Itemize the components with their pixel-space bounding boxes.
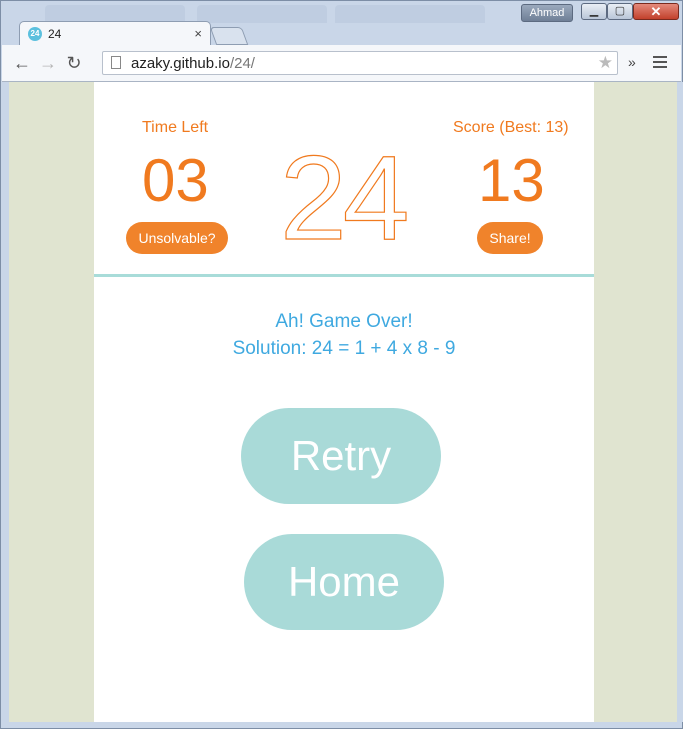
share-button[interactable]: Share! — [477, 222, 543, 254]
address-bar[interactable]: azaky.github.io/24/ ★ — [102, 51, 618, 75]
bookmark-star-icon[interactable]: ★ — [598, 53, 613, 73]
time-left-value: 03 — [142, 147, 209, 214]
maximize-icon: ▢ — [614, 5, 626, 17]
new-tab-button[interactable] — [209, 27, 249, 45]
time-left-label: Time Left — [142, 119, 209, 136]
home-button[interactable]: Home — [244, 534, 444, 630]
browser-window: Ahmad ▁ ▢ ✕ 24 24 × ← → ↻ azaky.github.i… — [0, 0, 683, 729]
score-label: Score (Best: 13) — [453, 119, 569, 136]
user-profile-badge[interactable]: Ahmad — [521, 4, 573, 22]
forward-arrow-icon[interactable]: → — [38, 53, 58, 73]
url-host: azaky.github.io — [131, 55, 230, 72]
maximize-button[interactable]: ▢ — [607, 3, 633, 20]
background-tab[interactable] — [335, 5, 485, 23]
unsolvable-button[interactable]: Unsolvable? — [126, 222, 228, 254]
extensions-overflow-icon[interactable]: » — [628, 54, 636, 70]
title-bar: Ahmad ▁ ▢ ✕ — [1, 1, 682, 23]
reload-icon[interactable]: ↻ — [64, 53, 84, 73]
game-panel: Time Left 03 Unsolvable? 24 Score (Best:… — [94, 82, 594, 722]
window-frame-edge — [677, 82, 683, 722]
tab-title: 24 — [48, 27, 62, 41]
url-path: /24/ — [229, 55, 255, 72]
menu-icon[interactable] — [653, 56, 667, 71]
minimize-icon: ▁ — [589, 5, 599, 17]
solution-text: Solution: 24 = 1 + 4 x 8 - 9 — [232, 338, 456, 359]
favicon-icon: 24 — [28, 27, 42, 41]
target-number: 24 — [279, 131, 410, 265]
url-text: azaky.github.io/24/ — [131, 55, 255, 72]
close-window-button[interactable]: ✕ — [633, 3, 679, 20]
tab-close-icon[interactable]: × — [194, 26, 202, 41]
close-icon: ✕ — [650, 4, 662, 19]
browser-toolbar: ← → ↻ azaky.github.io/24/ ★ » — [2, 45, 681, 82]
retry-button[interactable]: Retry — [241, 408, 441, 504]
minimize-button[interactable]: ▁ — [581, 3, 607, 20]
page-viewport: Time Left 03 Unsolvable? 24 Score (Best:… — [9, 82, 677, 722]
back-arrow-icon[interactable]: ← — [12, 53, 32, 73]
background-tab[interactable] — [197, 5, 327, 23]
game-over-message: Ah! Game Over! — [275, 311, 413, 332]
score-value: 13 — [478, 147, 545, 214]
active-tab[interactable]: 24 24 × — [19, 21, 211, 46]
page-icon — [111, 56, 121, 69]
section-divider — [94, 274, 594, 277]
